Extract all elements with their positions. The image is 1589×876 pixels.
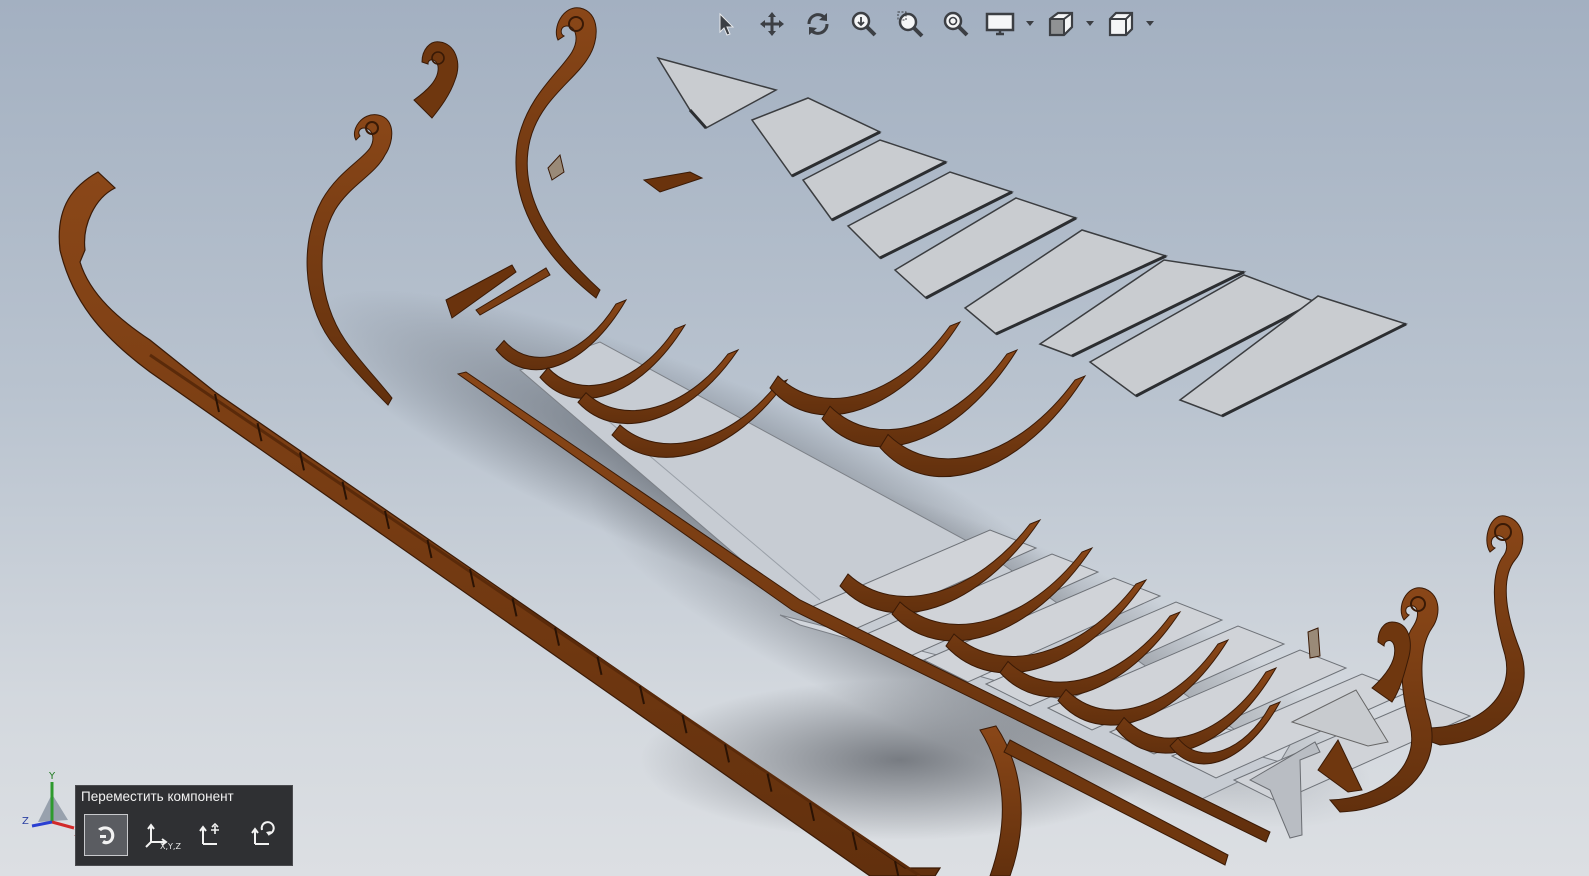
zoom-in-out-button[interactable]: [934, 5, 978, 43]
display-style-button[interactable]: [980, 5, 1038, 43]
monitor-icon: [985, 12, 1015, 36]
rotate-component-icon: [251, 821, 275, 845]
free-drag-hand-icon: [98, 826, 115, 845]
cube-icon: [1108, 11, 1134, 37]
section-view-icon: [1048, 11, 1074, 37]
move-component-title: Переместить компонент: [81, 789, 234, 804]
chevron-down-icon[interactable]: [1146, 21, 1154, 26]
triad-z-label: Z: [22, 816, 29, 827]
deck-planks[interactable]: [656, 56, 1408, 418]
stem-piece-small[interactable]: [413, 41, 459, 119]
rotate-component-button[interactable]: [240, 814, 284, 856]
zoom-fit-icon: [851, 11, 877, 37]
stem-piece-center[interactable]: [515, 7, 601, 299]
rotate-icon: [807, 13, 829, 35]
zoom-to-fit-button[interactable]: [842, 5, 886, 43]
small-bracket-part[interactable]: [547, 153, 565, 181]
zoom-icon: [943, 11, 969, 37]
graphics-viewport[interactable]: Y Z X Переместить компонент X,Y,Z: [0, 0, 1589, 876]
section-view-button[interactable]: [1040, 5, 1098, 43]
triad-y-label: Y: [48, 771, 56, 782]
select-button[interactable]: [704, 5, 748, 43]
pan-button[interactable]: [750, 5, 794, 43]
cursor-arrow-icon: [719, 12, 735, 36]
move-along-entity-button[interactable]: [188, 814, 232, 856]
pan-arrows-icon: [760, 12, 784, 36]
chevron-down-icon[interactable]: [1026, 21, 1034, 26]
move-xyz-button[interactable]: X,Y,Z: [136, 814, 181, 856]
small-bracket-part-2[interactable]: [1307, 627, 1321, 659]
zoom-area-icon: [897, 11, 924, 38]
chevron-down-icon[interactable]: [1086, 21, 1094, 26]
small-wedge-part[interactable]: [642, 171, 704, 193]
move-along-entity-icon: [199, 822, 219, 845]
heads-up-view-toolbar: [704, 4, 1158, 44]
view-orientation-button[interactable]: [1100, 5, 1158, 43]
rotate-button[interactable]: [796, 5, 840, 43]
zoom-to-area-button[interactable]: [888, 5, 932, 43]
move-component-panel: Переместить компонент X,Y,Z: [75, 785, 293, 866]
exploded-ship-model[interactable]: [0, 0, 1589, 876]
hull-rib[interactable]: [769, 320, 962, 416]
free-drag-button[interactable]: [84, 814, 128, 856]
move-xyz-label: X,Y,Z: [160, 842, 181, 851]
